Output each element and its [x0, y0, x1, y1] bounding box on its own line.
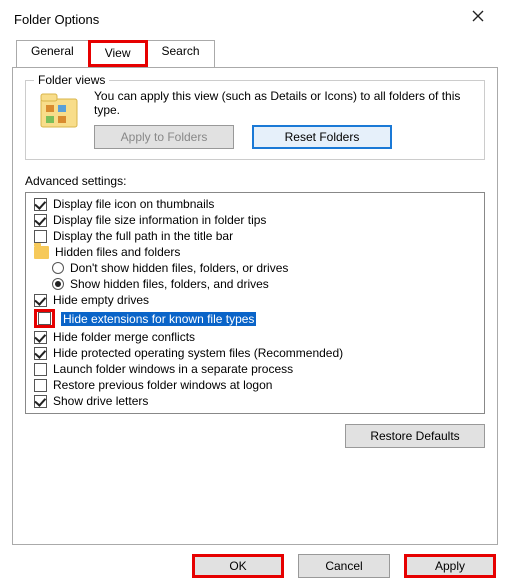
checkbox-icon[interactable]: [34, 230, 47, 243]
list-item-label: Hide folder merge conflicts: [53, 330, 195, 344]
list-item[interactable]: Hidden files and folders: [28, 244, 482, 260]
checkbox-icon[interactable]: [34, 363, 47, 376]
list-item[interactable]: Don't show hidden files, folders, or dri…: [28, 260, 482, 276]
title-bar: Folder Options: [0, 0, 510, 34]
folder-views-desc: You can apply this view (such as Details…: [94, 89, 474, 117]
close-icon: [472, 10, 484, 22]
apply-label: Apply: [435, 559, 465, 573]
dialog-footer: OK Cancel Apply: [192, 554, 496, 578]
list-item[interactable]: Display file icon on thumbnails: [28, 196, 482, 212]
folder-views-icon: [36, 89, 84, 133]
checkbox-icon[interactable]: [34, 395, 47, 408]
list-item-label: Restore previous folder windows at logon: [53, 378, 272, 392]
list-item-label: Hide extensions for known file types: [61, 312, 256, 326]
list-item[interactable]: Launch folder windows in a separate proc…: [28, 361, 482, 377]
tab-strip: General View Search: [16, 40, 510, 67]
list-item-label: Display the full path in the title bar: [53, 229, 233, 243]
apply-button[interactable]: Apply: [404, 554, 496, 578]
tab-view-label: View: [105, 46, 131, 60]
checkbox-icon[interactable]: [38, 312, 51, 325]
list-item-label: Launch folder windows in a separate proc…: [53, 362, 293, 376]
checkbox-icon[interactable]: [34, 198, 47, 211]
list-item[interactable]: Display the full path in the title bar: [28, 228, 482, 244]
list-item-label: Hide empty drives: [53, 293, 149, 307]
list-item-label: Hidden files and folders: [55, 245, 180, 259]
restore-defaults-label: Restore Defaults: [370, 429, 459, 443]
ok-label: OK: [229, 559, 246, 573]
list-item-label: Show hidden files, folders, and drives: [70, 277, 269, 291]
folder-views-group: Folder views You can apply this view (su…: [25, 80, 485, 160]
list-item[interactable]: Hide empty drives: [28, 292, 482, 308]
checkbox-icon[interactable]: [34, 331, 47, 344]
ok-button[interactable]: OK: [192, 554, 284, 578]
list-item-label: Display file icon on thumbnails: [53, 197, 214, 211]
reset-folders-button[interactable]: Reset Folders: [252, 125, 392, 149]
apply-to-folders-label: Apply to Folders: [121, 130, 208, 144]
tab-general[interactable]: General: [16, 40, 89, 67]
checkbox-icon[interactable]: [34, 379, 47, 392]
radio-icon[interactable]: [52, 262, 64, 274]
advanced-settings-label: Advanced settings:: [25, 174, 485, 188]
radio-icon[interactable]: [52, 278, 64, 290]
tab-panel-view: Folder views You can apply this view (su…: [12, 67, 498, 545]
tab-general-label: General: [31, 44, 74, 58]
folder-icon: [34, 246, 49, 259]
cancel-button[interactable]: Cancel: [298, 554, 390, 578]
list-item-hide-extensions[interactable]: Hide extensions for known file types: [28, 308, 482, 329]
checkbox-icon[interactable]: [34, 294, 47, 307]
apply-to-folders-button[interactable]: Apply to Folders: [94, 125, 234, 149]
window-title: Folder Options: [14, 12, 99, 27]
cancel-label: Cancel: [325, 559, 362, 573]
reset-folders-label: Reset Folders: [285, 130, 360, 144]
checkbox-icon[interactable]: [34, 214, 47, 227]
close-button[interactable]: [458, 2, 498, 30]
list-item-label: Don't show hidden files, folders, or dri…: [70, 261, 288, 275]
list-item[interactable]: Hide protected operating system files (R…: [28, 345, 482, 361]
folder-views-text: You can apply this view (such as Details…: [94, 89, 474, 149]
list-item[interactable]: Hide folder merge conflicts: [28, 329, 482, 345]
list-item-label: Show drive letters: [53, 394, 148, 408]
tab-view[interactable]: View: [88, 40, 148, 67]
restore-defaults-button[interactable]: Restore Defaults: [345, 424, 485, 448]
tab-search[interactable]: Search: [147, 40, 215, 67]
folder-views-legend: Folder views: [34, 73, 109, 87]
list-item-label: Display file size information in folder …: [53, 213, 266, 227]
list-item[interactable]: Show hidden files, folders, and drives: [28, 276, 482, 292]
list-item[interactable]: Display file size information in folder …: [28, 212, 482, 228]
list-item[interactable]: Restore previous folder windows at logon: [28, 377, 482, 393]
list-item-label: Hide protected operating system files (R…: [53, 346, 343, 360]
advanced-settings-list[interactable]: Display file icon on thumbnails Display …: [25, 192, 485, 414]
tab-search-label: Search: [162, 44, 200, 58]
list-item[interactable]: Show drive letters: [28, 393, 482, 409]
checkbox-icon[interactable]: [34, 347, 47, 360]
